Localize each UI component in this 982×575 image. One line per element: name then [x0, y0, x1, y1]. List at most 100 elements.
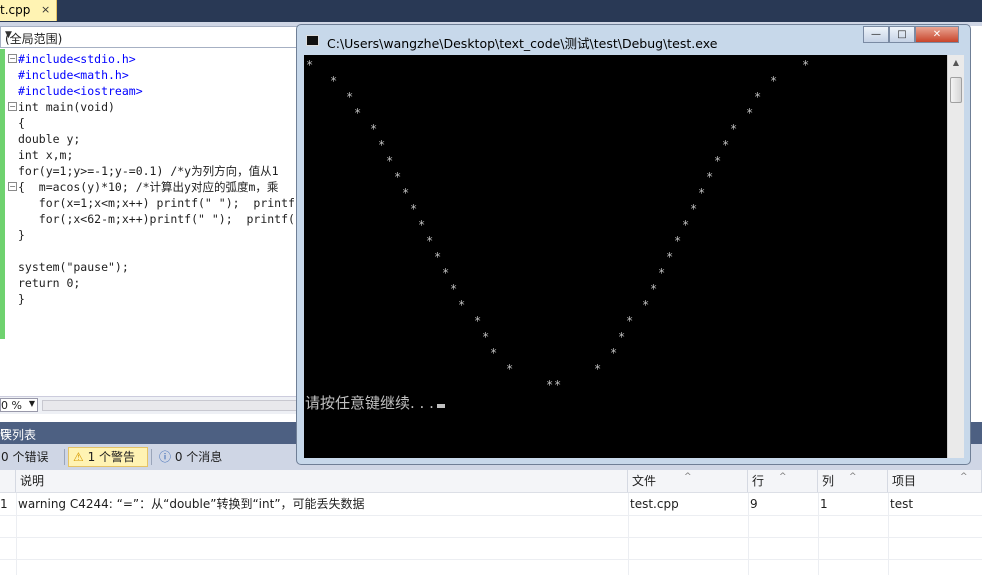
close-button[interactable]: ✕ [915, 26, 959, 43]
code-line: #include<stdio.h> [18, 52, 136, 66]
zoom-dropdown[interactable]: 0 % ▼ [0, 398, 38, 412]
row-description: warning C4244: “=”：从“double”转换到“int”，可能丢… [18, 497, 365, 511]
output-glyph: * [658, 266, 666, 280]
collapse-icon[interactable]: − [8, 54, 17, 63]
console-output[interactable]: * * * * * * * * * * * * * * * * * * * * … [304, 55, 947, 458]
column-header-project[interactable]: 项目 ^ [888, 470, 982, 492]
output-glyph: * [690, 202, 698, 216]
sort-arrow-icon: ^ [779, 472, 787, 482]
output-glyph: * [418, 218, 426, 232]
output-glyph: * [346, 90, 354, 104]
warnings-filter-label: 1 个警告 [87, 450, 136, 464]
output-glyph: * [458, 298, 466, 312]
output-glyph: * [394, 170, 402, 184]
console-window[interactable]: C:\Users\wangzhe\Desktop\text_code\测试\te… [296, 24, 971, 465]
output-glyph: * [594, 362, 602, 376]
output-glyph: * [730, 122, 738, 136]
output-glyph: * [354, 106, 362, 120]
column-header-index[interactable] [0, 470, 16, 492]
output-glyph: * [450, 282, 458, 296]
column-header-label: 说明 [20, 474, 45, 488]
horizontal-scrollbar[interactable] [42, 400, 298, 411]
output-glyph: * [330, 74, 338, 88]
code-line: { [18, 116, 25, 130]
output-glyph: * [506, 362, 514, 376]
row-line: 9 [750, 497, 758, 511]
code-line: double y; [18, 132, 81, 146]
code-line: for(;x<62-m;x++)printf(" "); printf( [18, 212, 295, 226]
errors-filter-button[interactable]: 0 个错误 [0, 447, 62, 467]
output-glyph: * [770, 74, 778, 88]
collapse-icon[interactable]: − [8, 102, 17, 111]
errors-filter-label: 0 个错误 [1, 450, 49, 464]
code-line: for(x=1;x<m;x++) printf(" "); printf [18, 196, 295, 210]
scroll-up-icon[interactable]: ▲ [948, 55, 964, 71]
code-editor[interactable]: − − − #include<stdio.h> #include<math.h>… [0, 49, 300, 394]
divider [64, 449, 65, 465]
output-glyph: * [626, 314, 634, 328]
output-glyph: * [402, 186, 410, 200]
messages-filter-button[interactable]: ⓘ 0 个消息 [156, 447, 236, 467]
change-margin [0, 49, 5, 339]
row-column: 1 [820, 497, 828, 511]
output-glyph: * [746, 106, 754, 120]
prompt-text: 请按任意键继续. . . [305, 394, 434, 412]
output-glyph: * [490, 346, 498, 360]
column-header-file[interactable]: 文件 ^ [628, 470, 748, 492]
sort-arrow-icon: ^ [684, 472, 692, 482]
divider [16, 493, 17, 575]
warnings-filter-button[interactable]: ⚠ 1 个警告 [68, 447, 148, 467]
output-glyph: * [370, 122, 378, 136]
output-glyph: * [442, 266, 450, 280]
messages-filter-label: 0 个消息 [174, 450, 223, 464]
tab-label: t.cpp [0, 3, 31, 17]
row-file: test.cpp [630, 497, 679, 511]
scroll-thumb[interactable] [950, 77, 962, 103]
row-project: test [890, 497, 914, 511]
document-tab-strip: t.cpp × [0, 0, 982, 22]
tab-test-cpp[interactable]: t.cpp × [0, 0, 57, 21]
output-glyph: * [674, 234, 682, 248]
column-header-line[interactable]: 行 ^ [748, 470, 818, 492]
code-line: for(y=1;y>=-1;y-=0.1) /*y为列方向，值从1 [18, 164, 279, 178]
output-glyph: * [650, 282, 658, 296]
scope-dropdown[interactable]: (全局范围) ▼ [0, 26, 300, 48]
code-line: } [18, 292, 25, 306]
table-row[interactable]: 1 warning C4244: “=”：从“double”转换到“int”，可… [0, 493, 982, 515]
output-glyph: * [610, 346, 618, 360]
console-app-icon [306, 35, 319, 46]
info-icon: ⓘ [159, 450, 172, 464]
output-glyph: * [474, 314, 482, 328]
column-header-column[interactable]: 列 ^ [818, 470, 888, 492]
divider [818, 493, 819, 575]
output-glyph: * [386, 154, 394, 168]
console-title-bar[interactable]: C:\Users\wangzhe\Desktop\text_code\测试\te… [297, 25, 970, 55]
output-glyph: * [802, 58, 810, 72]
collapse-icon[interactable]: − [8, 182, 17, 191]
column-header-description[interactable]: 说明 [16, 470, 628, 492]
code-text: #include<stdio.h> #include<math.h> #incl… [18, 51, 295, 307]
column-header-label: 文件 [632, 474, 657, 488]
divider [0, 559, 982, 560]
divider [0, 537, 982, 538]
maximize-button[interactable]: □ [889, 26, 915, 43]
code-line: { m=acos(y)*10; /*计算出y对应的弧度m，乘 [18, 180, 279, 194]
text-cursor [436, 404, 445, 408]
output-glyph: * [706, 170, 714, 184]
output-glyph: * [306, 58, 314, 72]
close-tab-icon[interactable]: × [41, 3, 50, 16]
code-line: system("pause"); [18, 260, 129, 274]
console-scrollbar[interactable]: ▲ [947, 55, 964, 458]
code-line: return 0; [18, 276, 81, 290]
output-glyph: * [698, 186, 706, 200]
chevron-down-icon: ▼ [5, 30, 12, 40]
chevron-down-icon: ▼ [28, 399, 35, 408]
row-index: 1 [0, 497, 8, 511]
zoom-value: 0 % [1, 399, 22, 412]
column-header-label: 行 [752, 474, 765, 488]
output-glyph: * [618, 330, 626, 344]
output-glyph: * [378, 138, 386, 152]
divider [888, 493, 889, 575]
minimize-button[interactable]: — [863, 26, 889, 43]
console-prompt: 请按任意键继续. . . [305, 392, 445, 413]
